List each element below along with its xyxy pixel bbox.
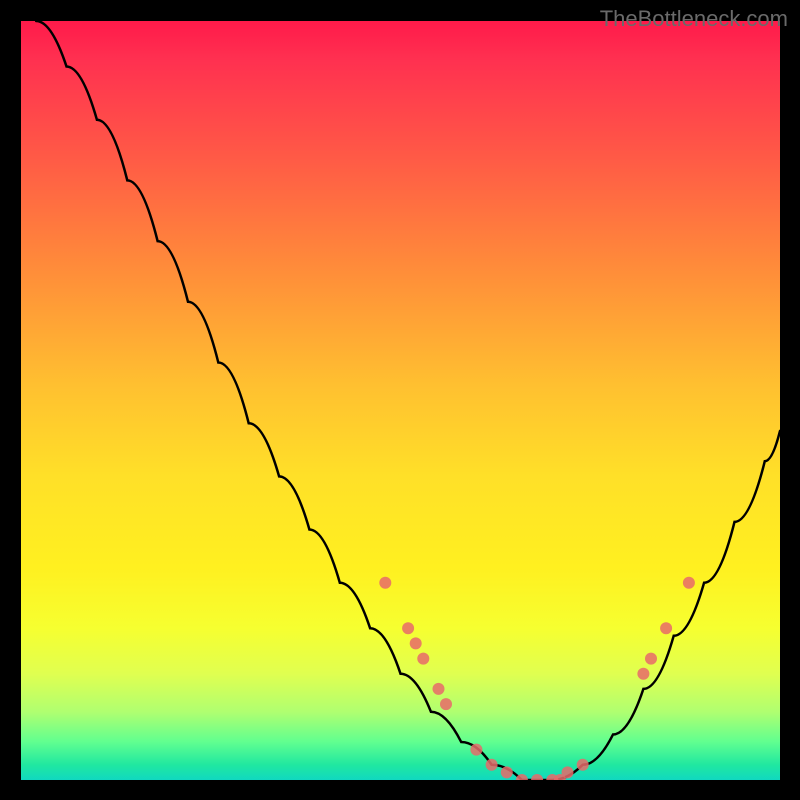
data-point [440, 698, 452, 710]
data-point [433, 683, 445, 695]
data-point [637, 668, 649, 680]
watermark-text: TheBottleneck.com [600, 6, 788, 32]
data-point [402, 622, 414, 634]
data-point [645, 653, 657, 665]
data-point [417, 653, 429, 665]
scatter-points-group [379, 577, 695, 780]
data-point [379, 577, 391, 589]
data-point [410, 637, 422, 649]
data-point [577, 759, 589, 771]
data-point [531, 774, 543, 780]
chart-svg [21, 21, 780, 780]
data-point [470, 744, 482, 756]
data-point [486, 759, 498, 771]
data-point [501, 766, 513, 778]
bottleneck-curve [36, 21, 780, 780]
data-point [683, 577, 695, 589]
data-point [660, 622, 672, 634]
data-point [562, 766, 574, 778]
chart-plot-area [21, 21, 780, 780]
